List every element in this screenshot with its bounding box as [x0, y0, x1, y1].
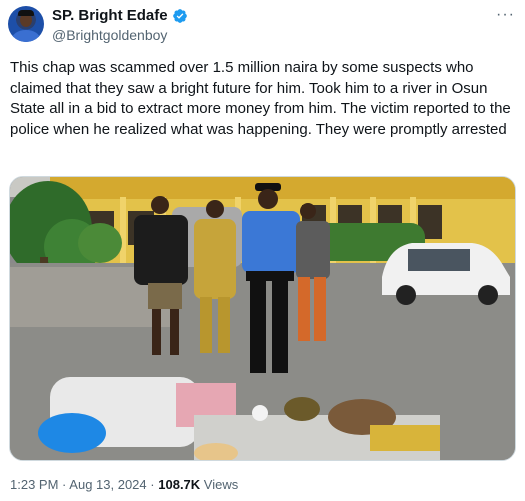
tweet-header: SP. Bright Edafe @Brightgoldenboy: [52, 7, 188, 44]
verified-badge-icon: [172, 9, 187, 23]
meta-separator: ·: [62, 477, 67, 492]
more-options-icon[interactable]: ···: [496, 6, 515, 24]
tweet-time[interactable]: 1:23 PM: [10, 477, 58, 492]
name-row: SP. Bright Edafe: [52, 7, 188, 25]
meta-separator-2: ·: [150, 477, 155, 492]
tweet-photo[interactable]: [9, 176, 516, 461]
avatar[interactable]: [8, 6, 44, 42]
avatar-shoulders: [12, 30, 40, 42]
display-name[interactable]: SP. Bright Edafe: [52, 7, 168, 25]
tweet-text: This chap was scammed over 1.5 million n…: [10, 59, 511, 138]
tweet-meta: 1:23 PM · Aug 13, 2024 · 108.7K Views: [10, 477, 238, 492]
avatar-cap: [18, 10, 34, 16]
tweet-date[interactable]: Aug 13, 2024: [69, 477, 146, 492]
views-label: Views: [203, 477, 239, 492]
views-count[interactable]: 108.7K: [158, 477, 200, 492]
photo-illustration: [10, 177, 515, 460]
user-handle[interactable]: @Brightgoldenboy: [52, 26, 188, 44]
